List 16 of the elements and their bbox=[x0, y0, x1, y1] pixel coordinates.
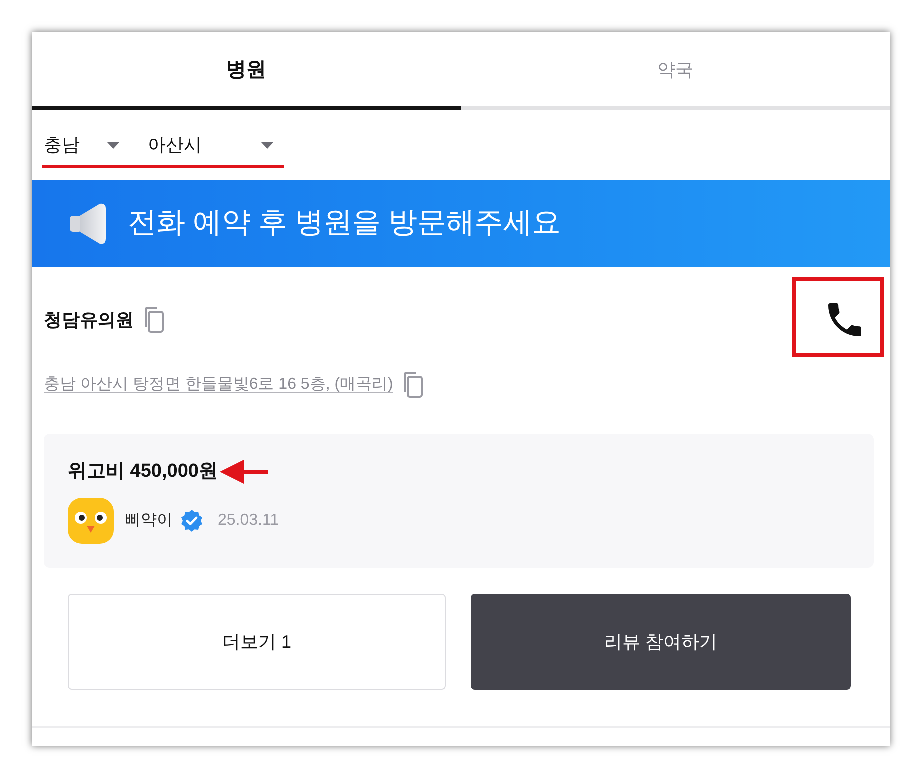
tab[interactable]: 병원 bbox=[32, 32, 461, 110]
author-name: 삐약이 bbox=[125, 511, 173, 531]
review-date: 25.03.11 bbox=[218, 511, 280, 531]
speaker-icon bbox=[70, 202, 106, 244]
copy-icon[interactable] bbox=[401, 372, 424, 398]
hospital-name: 청담유의원 bbox=[44, 308, 134, 332]
review-button[interactable]: 리뷰 참여하기 bbox=[471, 594, 851, 690]
review-title: 위고비 450,000원 bbox=[68, 460, 218, 484]
copy-icon[interactable] bbox=[142, 307, 164, 333]
chick-avatar-icon bbox=[68, 498, 114, 544]
region-dropdown[interactable]: 아산시 bbox=[148, 130, 274, 160]
region-dropdown[interactable]: 충남 bbox=[44, 130, 120, 160]
more-button[interactable]: 더보기 1 bbox=[68, 594, 446, 690]
caret-icon bbox=[107, 142, 120, 148]
caret-icon bbox=[261, 142, 274, 148]
banner-text: 전화 예약 후 병원을 방문해주세요 bbox=[128, 206, 561, 241]
